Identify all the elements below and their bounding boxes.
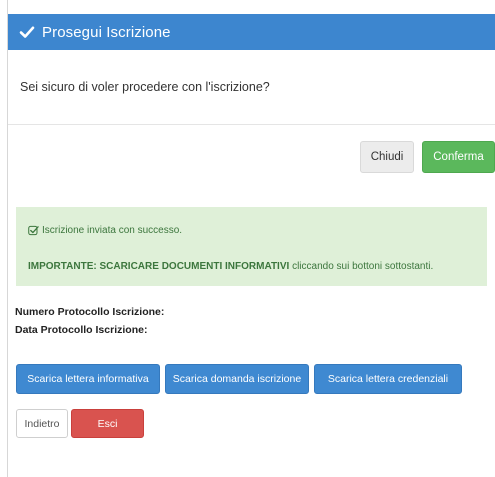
close-button[interactable]: Chiudi [360,141,414,173]
download-credentials-letter-button[interactable]: Scarica lettera credenziali [314,364,462,394]
check-square-icon [28,225,39,236]
success-message: Iscrizione inviata con successo. [28,225,182,236]
protocol-date-label: Data Protocollo Iscrizione: [15,324,148,336]
confirm-button[interactable]: Conferma [422,141,495,173]
important-strong-text: IMPORTANTE: SCARICARE DOCUMENTI INFORMAT… [28,261,290,272]
confirmation-question: Sei sicuro di voler procedere con l'iscr… [20,80,270,94]
page: Prosegui Iscrizione Sei sicuro di voler … [0,0,495,477]
modal-title: Prosegui Iscrizione [42,23,171,41]
important-message: IMPORTANTE: SCARICARE DOCUMENTI INFORMAT… [28,261,433,272]
success-text: Iscrizione inviata con successo. [42,225,183,236]
check-icon [19,26,35,38]
important-rest-text: cliccando sui bottoni sottostanti. [289,261,434,272]
download-application-button[interactable]: Scarica domanda iscrizione [165,364,309,394]
download-info-letter-button[interactable]: Scarica lettera informativa [16,364,160,394]
modal-footer-divider [8,124,495,125]
protocol-number-label: Numero Protocollo Iscrizione: [15,306,165,318]
back-button[interactable]: Indietro [16,409,68,438]
exit-button[interactable]: Esci [71,409,144,438]
modal-header: Prosegui Iscrizione [8,14,495,50]
success-alert: Iscrizione inviata con successo. IMPORTA… [16,207,487,286]
left-divider [7,0,8,477]
